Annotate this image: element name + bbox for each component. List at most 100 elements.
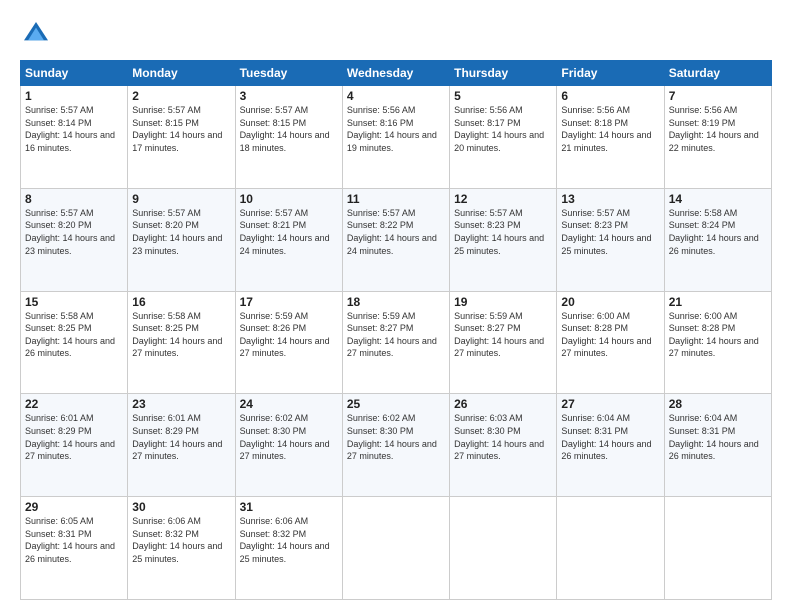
day-info: Sunrise: 6:00 AMSunset: 8:28 PMDaylight:…	[561, 310, 659, 360]
day-cell: 24 Sunrise: 6:02 AMSunset: 8:30 PMDaylig…	[235, 394, 342, 497]
day-cell: 16 Sunrise: 5:58 AMSunset: 8:25 PMDaylig…	[128, 291, 235, 394]
col-header-friday: Friday	[557, 61, 664, 86]
day-cell: 4 Sunrise: 5:56 AMSunset: 8:16 PMDayligh…	[342, 86, 449, 189]
week-row-4: 22 Sunrise: 6:01 AMSunset: 8:29 PMDaylig…	[21, 394, 772, 497]
day-number: 19	[454, 295, 552, 309]
day-number: 24	[240, 397, 338, 411]
day-info: Sunrise: 5:58 AMSunset: 8:25 PMDaylight:…	[132, 310, 230, 360]
day-number: 3	[240, 89, 338, 103]
day-info: Sunrise: 5:57 AMSunset: 8:15 PMDaylight:…	[240, 104, 338, 154]
day-cell: 23 Sunrise: 6:01 AMSunset: 8:29 PMDaylig…	[128, 394, 235, 497]
day-cell: 3 Sunrise: 5:57 AMSunset: 8:15 PMDayligh…	[235, 86, 342, 189]
day-cell: 25 Sunrise: 6:02 AMSunset: 8:30 PMDaylig…	[342, 394, 449, 497]
column-headers: SundayMondayTuesdayWednesdayThursdayFrid…	[21, 61, 772, 86]
day-number: 14	[669, 192, 767, 206]
day-number: 15	[25, 295, 123, 309]
day-info: Sunrise: 6:02 AMSunset: 8:30 PMDaylight:…	[347, 412, 445, 462]
day-number: 21	[669, 295, 767, 309]
logo-icon	[20, 18, 52, 50]
day-info: Sunrise: 5:56 AMSunset: 8:16 PMDaylight:…	[347, 104, 445, 154]
day-cell: 12 Sunrise: 5:57 AMSunset: 8:23 PMDaylig…	[450, 188, 557, 291]
day-number: 11	[347, 192, 445, 206]
day-cell: 20 Sunrise: 6:00 AMSunset: 8:28 PMDaylig…	[557, 291, 664, 394]
day-info: Sunrise: 6:00 AMSunset: 8:28 PMDaylight:…	[669, 310, 767, 360]
day-cell: 19 Sunrise: 5:59 AMSunset: 8:27 PMDaylig…	[450, 291, 557, 394]
day-info: Sunrise: 6:01 AMSunset: 8:29 PMDaylight:…	[25, 412, 123, 462]
day-number: 10	[240, 192, 338, 206]
day-info: Sunrise: 5:59 AMSunset: 8:27 PMDaylight:…	[454, 310, 552, 360]
day-info: Sunrise: 5:59 AMSunset: 8:27 PMDaylight:…	[347, 310, 445, 360]
day-number: 23	[132, 397, 230, 411]
day-cell	[557, 497, 664, 600]
day-number: 2	[132, 89, 230, 103]
day-info: Sunrise: 6:02 AMSunset: 8:30 PMDaylight:…	[240, 412, 338, 462]
day-info: Sunrise: 5:56 AMSunset: 8:18 PMDaylight:…	[561, 104, 659, 154]
col-header-wednesday: Wednesday	[342, 61, 449, 86]
col-header-tuesday: Tuesday	[235, 61, 342, 86]
day-cell: 11 Sunrise: 5:57 AMSunset: 8:22 PMDaylig…	[342, 188, 449, 291]
day-info: Sunrise: 6:04 AMSunset: 8:31 PMDaylight:…	[669, 412, 767, 462]
col-header-thursday: Thursday	[450, 61, 557, 86]
day-info: Sunrise: 5:57 AMSunset: 8:23 PMDaylight:…	[561, 207, 659, 257]
day-info: Sunrise: 5:57 AMSunset: 8:22 PMDaylight:…	[347, 207, 445, 257]
day-cell: 15 Sunrise: 5:58 AMSunset: 8:25 PMDaylig…	[21, 291, 128, 394]
day-info: Sunrise: 5:57 AMSunset: 8:20 PMDaylight:…	[25, 207, 123, 257]
day-info: Sunrise: 6:06 AMSunset: 8:32 PMDaylight:…	[132, 515, 230, 565]
day-cell: 9 Sunrise: 5:57 AMSunset: 8:20 PMDayligh…	[128, 188, 235, 291]
day-number: 29	[25, 500, 123, 514]
col-header-sunday: Sunday	[21, 61, 128, 86]
day-number: 4	[347, 89, 445, 103]
day-info: Sunrise: 5:57 AMSunset: 8:20 PMDaylight:…	[132, 207, 230, 257]
day-number: 30	[132, 500, 230, 514]
day-number: 1	[25, 89, 123, 103]
day-cell: 5 Sunrise: 5:56 AMSunset: 8:17 PMDayligh…	[450, 86, 557, 189]
day-number: 8	[25, 192, 123, 206]
day-cell	[450, 497, 557, 600]
day-number: 20	[561, 295, 659, 309]
day-cell: 8 Sunrise: 5:57 AMSunset: 8:20 PMDayligh…	[21, 188, 128, 291]
day-cell: 18 Sunrise: 5:59 AMSunset: 8:27 PMDaylig…	[342, 291, 449, 394]
header	[20, 18, 772, 50]
day-number: 31	[240, 500, 338, 514]
day-number: 17	[240, 295, 338, 309]
week-row-2: 8 Sunrise: 5:57 AMSunset: 8:20 PMDayligh…	[21, 188, 772, 291]
col-header-monday: Monday	[128, 61, 235, 86]
day-info: Sunrise: 5:57 AMSunset: 8:15 PMDaylight:…	[132, 104, 230, 154]
day-cell: 28 Sunrise: 6:04 AMSunset: 8:31 PMDaylig…	[664, 394, 771, 497]
calendar-table: SundayMondayTuesdayWednesdayThursdayFrid…	[20, 60, 772, 600]
day-number: 6	[561, 89, 659, 103]
day-cell: 1 Sunrise: 5:57 AMSunset: 8:14 PMDayligh…	[21, 86, 128, 189]
page: SundayMondayTuesdayWednesdayThursdayFrid…	[0, 0, 792, 612]
week-row-5: 29 Sunrise: 6:05 AMSunset: 8:31 PMDaylig…	[21, 497, 772, 600]
day-number: 9	[132, 192, 230, 206]
day-cell: 7 Sunrise: 5:56 AMSunset: 8:19 PMDayligh…	[664, 86, 771, 189]
day-cell: 21 Sunrise: 6:00 AMSunset: 8:28 PMDaylig…	[664, 291, 771, 394]
day-number: 26	[454, 397, 552, 411]
logo	[20, 18, 56, 50]
week-row-3: 15 Sunrise: 5:58 AMSunset: 8:25 PMDaylig…	[21, 291, 772, 394]
day-info: Sunrise: 6:05 AMSunset: 8:31 PMDaylight:…	[25, 515, 123, 565]
day-cell	[664, 497, 771, 600]
day-number: 13	[561, 192, 659, 206]
day-info: Sunrise: 5:57 AMSunset: 8:21 PMDaylight:…	[240, 207, 338, 257]
day-info: Sunrise: 5:56 AMSunset: 8:17 PMDaylight:…	[454, 104, 552, 154]
day-cell	[342, 497, 449, 600]
day-cell: 29 Sunrise: 6:05 AMSunset: 8:31 PMDaylig…	[21, 497, 128, 600]
day-number: 28	[669, 397, 767, 411]
day-cell: 10 Sunrise: 5:57 AMSunset: 8:21 PMDaylig…	[235, 188, 342, 291]
day-cell: 30 Sunrise: 6:06 AMSunset: 8:32 PMDaylig…	[128, 497, 235, 600]
day-number: 22	[25, 397, 123, 411]
day-number: 27	[561, 397, 659, 411]
week-row-1: 1 Sunrise: 5:57 AMSunset: 8:14 PMDayligh…	[21, 86, 772, 189]
day-info: Sunrise: 6:03 AMSunset: 8:30 PMDaylight:…	[454, 412, 552, 462]
day-number: 5	[454, 89, 552, 103]
day-cell: 2 Sunrise: 5:57 AMSunset: 8:15 PMDayligh…	[128, 86, 235, 189]
day-number: 25	[347, 397, 445, 411]
day-info: Sunrise: 5:58 AMSunset: 8:25 PMDaylight:…	[25, 310, 123, 360]
day-cell: 14 Sunrise: 5:58 AMSunset: 8:24 PMDaylig…	[664, 188, 771, 291]
day-cell: 26 Sunrise: 6:03 AMSunset: 8:30 PMDaylig…	[450, 394, 557, 497]
day-info: Sunrise: 5:58 AMSunset: 8:24 PMDaylight:…	[669, 207, 767, 257]
day-number: 18	[347, 295, 445, 309]
day-info: Sunrise: 6:04 AMSunset: 8:31 PMDaylight:…	[561, 412, 659, 462]
day-number: 16	[132, 295, 230, 309]
